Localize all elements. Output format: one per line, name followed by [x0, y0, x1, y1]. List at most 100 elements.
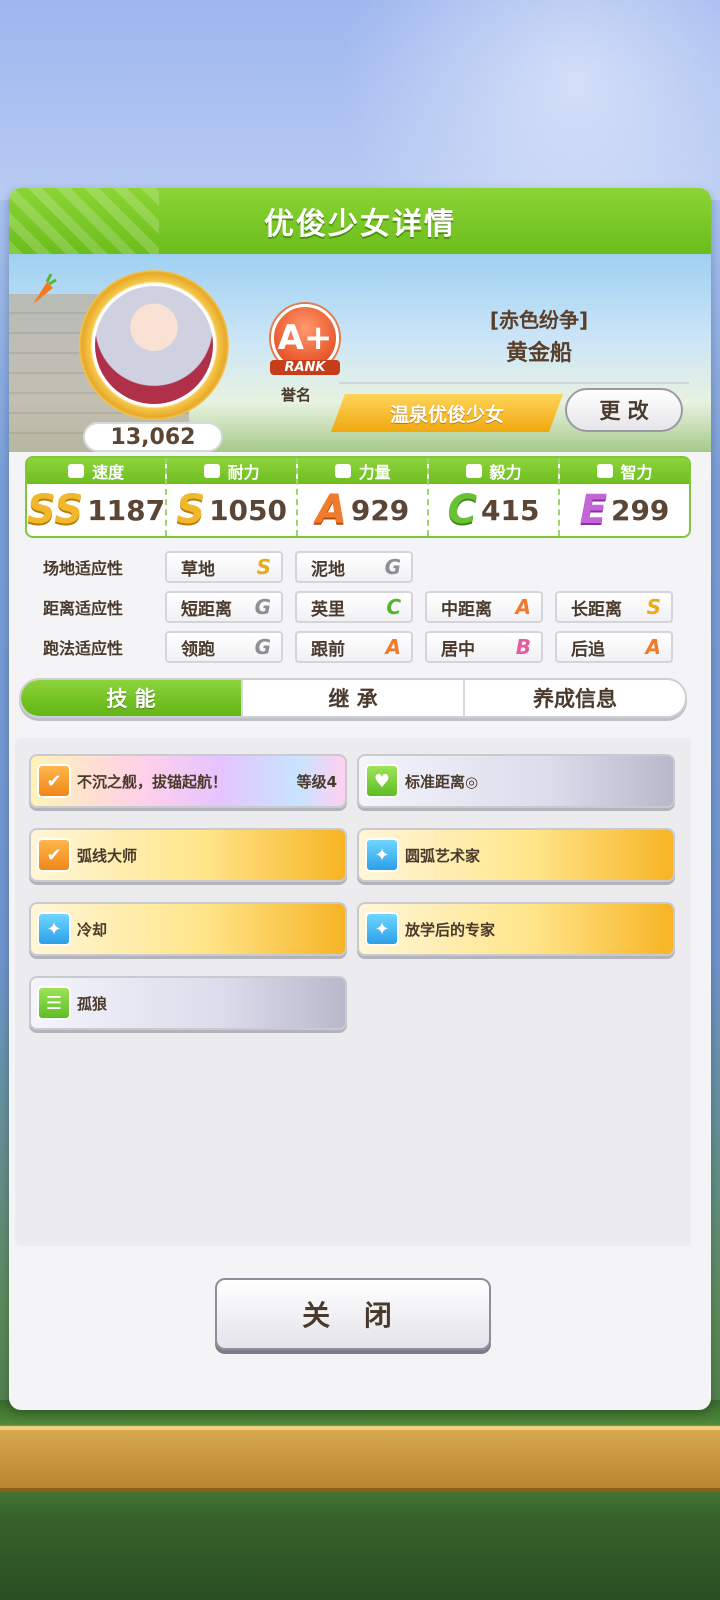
profile-hero: 13,062 A+ RANK 誉名 [赤色纷争] 黄金船 温泉优俊少女 更 改: [9, 254, 711, 452]
aptitude-name: 中距离: [441, 599, 492, 620]
aptitude-name: 后追: [571, 639, 605, 660]
stat-value: 1050: [209, 493, 287, 527]
aptitude-grade: B: [515, 635, 531, 659]
character-name: 黄金船: [505, 341, 572, 366]
stat-label: 力量: [358, 463, 391, 482]
sparkle-icon: ✦: [365, 912, 399, 946]
graduation-cap-icon: [596, 464, 613, 478]
stat-label: 耐力: [227, 463, 260, 482]
aptitude-name: 短距离: [181, 599, 232, 620]
sparkle-icon: ✦: [37, 912, 71, 946]
stat-label: 速度: [92, 463, 125, 482]
skill-name: 圆弧艺术家: [405, 846, 481, 865]
carrot-icon: [33, 273, 57, 304]
sparkle-icon: ✦: [365, 838, 399, 872]
stat-grade: E: [579, 487, 607, 533]
document-icon: ☰: [37, 986, 71, 1020]
aptitude-grade: A: [645, 635, 661, 659]
aptitude-name: 英里: [311, 599, 345, 620]
aptitude-grade: G: [254, 635, 271, 659]
aptitude-name: 泥地: [311, 559, 345, 580]
aptitude-label: 场地适应性: [43, 559, 124, 578]
tab-skills[interactable]: 技 能: [21, 680, 243, 716]
skill-card[interactable]: ✔ 不沉之舰，拔锚起航！ 等级4: [29, 754, 347, 808]
avatar[interactable]: [79, 270, 229, 420]
skill-card[interactable]: ☰ 孤狼: [29, 976, 347, 1030]
aptitude-cell: 跟前 A: [295, 631, 413, 663]
tab-bar: 技 能 继 承 养成信息: [19, 678, 687, 718]
tab-training-info[interactable]: 养成信息: [465, 680, 685, 716]
heart-icon: ♥: [365, 764, 399, 798]
aptitude-row-style: 跑法适应性 领跑 G 跟前 A 居中 B 后追 A: [27, 630, 697, 664]
skill-list: ✔ 不沉之舰，拔锚起航！ 等级4 ♥ 标准距离◎ ✔ 弧线大师 ✦ 圆弧艺术家 …: [15, 738, 691, 1246]
aptitude-name: 长距离: [571, 599, 622, 620]
skill-card[interactable]: ✦ 放学后的专家: [357, 902, 675, 956]
tab-inheritance[interactable]: 继 承: [243, 680, 465, 716]
aptitude-cell: 长距离 S: [555, 591, 673, 623]
character-portrait: [95, 286, 213, 404]
aptitude-grade: C: [386, 595, 401, 619]
stat-power: 力量 A 929: [298, 458, 430, 536]
running-figure-icon: ✔: [37, 838, 71, 872]
title-banner: 温泉优俊少女: [331, 394, 563, 432]
stat-grade: A: [315, 487, 347, 533]
stat-value: 415: [481, 493, 540, 527]
character-epithet: [赤色纷争]: [489, 308, 589, 332]
aptitude-name: 居中: [441, 639, 475, 660]
stat-label: 智力: [620, 463, 653, 482]
aptitude-row-field: 场地适应性 草地 S 泥地 G: [27, 550, 697, 584]
aptitude-cell: 短距离 G: [165, 591, 283, 623]
skill-card[interactable]: ✦ 圆弧艺术家: [357, 828, 675, 882]
background-rail: [0, 1426, 720, 1492]
stat-guts: 毅力 C 415: [429, 458, 561, 536]
skill-name: 弧线大师: [77, 846, 138, 865]
skill-card[interactable]: ✔ 弧线大师: [29, 828, 347, 882]
aptitude-cell: 英里 C: [295, 591, 413, 623]
aptitude-name: 跟前: [311, 639, 345, 660]
aptitude-cell: 后追 A: [555, 631, 673, 663]
aptitude-row-distance: 距离适应性 短距离 G 英里 C 中距离 A 长距离 S: [27, 590, 697, 624]
stat-grade: SS: [27, 487, 84, 533]
aptitude-grade: A: [515, 595, 531, 619]
panel-header: 优俊少女详情: [9, 188, 711, 254]
stat-speed: 速度 SS 1187: [27, 458, 168, 536]
stat-value: 299: [610, 493, 670, 527]
aptitude-name: 领跑: [181, 639, 215, 660]
flame-icon: [465, 464, 482, 478]
aptitude-name: 草地: [181, 559, 215, 580]
stat-grade: C: [447, 487, 478, 533]
rank-label: 誉名: [281, 386, 312, 404]
skill-card[interactable]: ✦ 冷却: [29, 902, 347, 956]
skill-name: 放学后的专家: [405, 920, 496, 939]
close-button[interactable]: 关 闭: [215, 1278, 491, 1350]
stat-value: 1187: [87, 493, 166, 527]
skill-card[interactable]: ♥ 标准距离◎: [357, 754, 675, 808]
detail-panel: 优俊少女详情 13,062 A+ RANK 誉名 [赤色纷争] 黄金船 温泉优俊…: [9, 188, 711, 1410]
divider: [339, 382, 689, 384]
skill-name: 孤狼: [77, 994, 108, 1013]
character-epithet-block: [赤色纷争] 黄金船: [439, 304, 639, 367]
aptitude-grade: A: [385, 635, 401, 659]
aptitude-cell: 草地 S: [165, 551, 283, 583]
stat-label: 毅力: [489, 463, 522, 482]
rank-badge[interactable]: A+ RANK: [267, 304, 343, 394]
aptitude-cell: 居中 B: [425, 631, 543, 663]
stat-value: 929: [350, 493, 410, 527]
score-display: 13,062: [83, 422, 223, 452]
skill-level: 等级4: [296, 772, 337, 791]
change-button[interactable]: 更 改: [565, 388, 683, 432]
aptitude-label: 距离适应性: [43, 599, 124, 618]
background-sky: [0, 0, 720, 200]
arm-icon: [334, 464, 351, 478]
running-figure-icon: ✔: [37, 764, 71, 798]
stat-grade: S: [176, 487, 206, 533]
rank-word: RANK: [270, 360, 340, 375]
heart-icon: [203, 464, 220, 478]
skill-name: 不沉之舰，拔锚起航！: [77, 772, 228, 791]
aptitude-grade: G: [384, 555, 401, 579]
aptitude-cell: 中距离 A: [425, 591, 543, 623]
aptitude-grade: G: [254, 595, 271, 619]
stats-table: 速度 SS 1187 耐力 S 1050 力量 A 929 毅力 C 415 智力 E2…: [25, 456, 691, 538]
aptitude-grade: S: [646, 595, 661, 619]
aptitude-grade: S: [256, 555, 271, 579]
